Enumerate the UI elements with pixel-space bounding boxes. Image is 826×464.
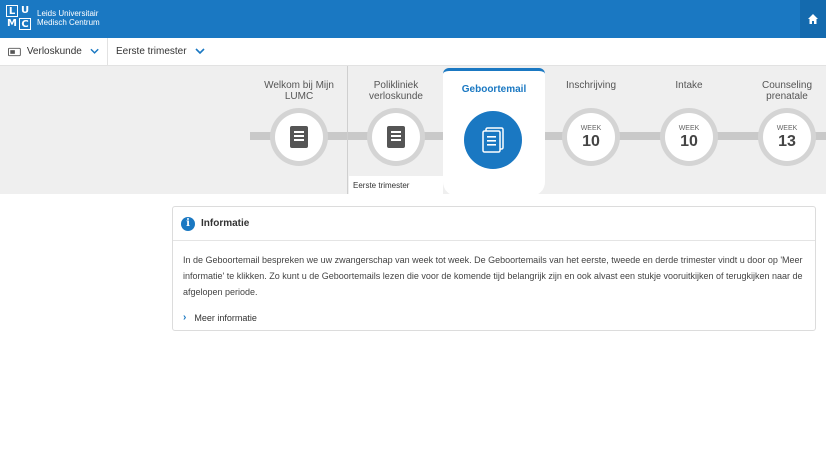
info-card: i Informatie In de Geboortemail bespreke… xyxy=(172,206,816,331)
timeline-step-counseling[interactable]: Counseling prenatale WEEK 13 xyxy=(738,66,826,194)
logo-text: Leids Universitair Medisch Centrum xyxy=(37,9,100,27)
home-icon xyxy=(808,14,818,24)
info-card-body: In de Geboortemail bespreken we uw zwang… xyxy=(173,241,815,326)
week-word: WEEK xyxy=(776,124,798,132)
chevron-down-icon xyxy=(195,48,205,55)
logo-line-1: Leids Universitair xyxy=(37,8,99,18)
more-info-link[interactable]: › Meer informatie xyxy=(183,310,805,326)
department-selector[interactable]: Verloskunde xyxy=(0,37,108,66)
step-label-line: Counseling xyxy=(761,80,813,91)
info-card-header: i Informatie xyxy=(173,207,815,241)
week-word: WEEK xyxy=(678,124,700,132)
timeline-step-polikliniek[interactable]: Polikliniek verloskunde xyxy=(347,66,445,194)
step-label: Polikliniek verloskunde xyxy=(347,80,445,102)
chevron-down-icon xyxy=(90,48,99,54)
step-label: Inschrijving xyxy=(565,80,617,91)
timeline-step-intake[interactable]: Intake WEEK 10 xyxy=(640,66,738,194)
info-text: In de Geboortemail bespreken we uw zwang… xyxy=(183,255,803,297)
step-label: Intake xyxy=(675,80,703,91)
document-icon xyxy=(482,127,504,153)
step-circle[interactable] xyxy=(270,108,328,166)
step-label-line: Welkom bij Mijn xyxy=(264,80,334,91)
logo-letter: L xyxy=(6,5,18,17)
document-icon xyxy=(387,126,405,148)
info-icon: i xyxy=(181,216,195,231)
step-label: Geboortemail xyxy=(461,84,527,95)
home-button[interactable] xyxy=(800,0,826,38)
step-circle[interactable]: WEEK 10 xyxy=(660,108,718,166)
logo-letter: C xyxy=(19,18,31,30)
step-label: Counseling prenatale xyxy=(738,80,826,102)
logo-line-2: Medisch Centrum xyxy=(37,17,100,27)
step-circle[interactable]: WEEK 13 xyxy=(758,108,816,166)
timeline-step-welkom[interactable]: Welkom bij Mijn LUMC xyxy=(250,66,348,194)
department-label: Verloskunde xyxy=(26,46,82,57)
more-info-label: Meer informatie xyxy=(194,313,257,323)
week-number: 10 xyxy=(582,132,600,150)
week-number: 10 xyxy=(680,132,698,150)
document-icon xyxy=(290,126,308,148)
step-label-line: verloskunde xyxy=(369,91,423,102)
logo-mark: L U M C xyxy=(6,5,31,30)
logo-letter: M xyxy=(7,18,17,29)
department-icon xyxy=(8,47,21,56)
week-number: 13 xyxy=(778,132,796,150)
pregnancy-timeline: Welkom bij Mijn LUMC Polikliniek verlosk… xyxy=(0,66,826,196)
trimester-tag: Eerste trimester xyxy=(349,176,443,194)
timeline-step-inschrijving[interactable]: Inschrijving WEEK 10 xyxy=(542,66,640,194)
timeline-step-geboortemail[interactable]: Geboortemail xyxy=(443,68,545,196)
context-bar: Verloskunde Eerste trimester xyxy=(0,37,826,66)
top-bar: L U M C Leids Universitair Medisch Centr… xyxy=(0,0,826,38)
step-circle-active[interactable] xyxy=(464,111,522,169)
step-circle[interactable]: WEEK 10 xyxy=(562,108,620,166)
step-label: Welkom bij Mijn LUMC xyxy=(250,80,348,102)
step-label-line: prenatale xyxy=(766,91,808,102)
week-word: WEEK xyxy=(580,124,602,132)
trimester-selector[interactable]: Eerste trimester xyxy=(108,38,213,66)
lumc-logo[interactable]: L U M C Leids Universitair Medisch Centr… xyxy=(6,5,100,30)
step-label-line: LUMC xyxy=(284,91,314,102)
step-circle[interactable] xyxy=(367,108,425,166)
info-card-title: Informatie xyxy=(201,218,250,229)
chevron-right-icon: › xyxy=(183,312,187,323)
logo-letter: U xyxy=(20,5,30,16)
step-label-line: Polikliniek xyxy=(373,80,419,91)
trimester-label: Eerste trimester xyxy=(116,46,187,57)
